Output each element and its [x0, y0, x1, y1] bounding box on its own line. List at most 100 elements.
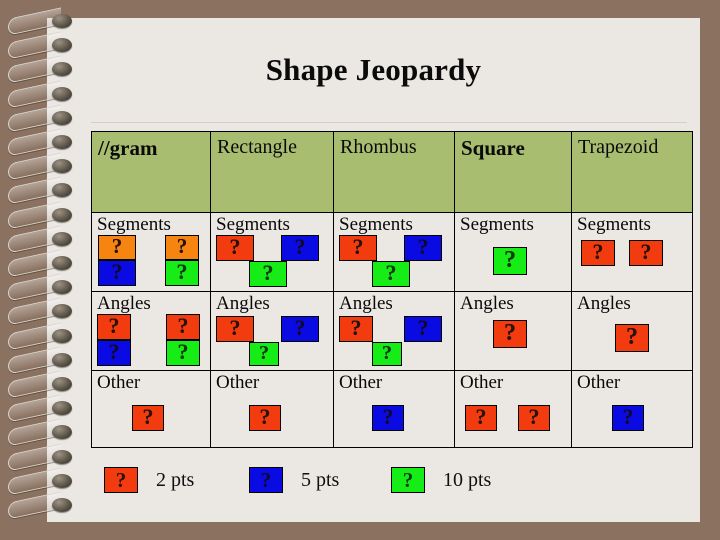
board-cell-label: Angles — [97, 293, 151, 314]
jeopardy-board: //gram Rectangle Rhombus Square Trapezoid Seg… — [91, 131, 693, 448]
board-cell: Segments?? — [571, 212, 693, 292]
legend-swatch-blue: ? — [249, 467, 283, 493]
question-tile-10pts[interactable]: ? — [372, 342, 402, 366]
question-tile-2pts[interactable]: ? — [165, 235, 199, 260]
legend-label: 10 pts — [443, 468, 492, 491]
question-mark-icon: ? — [108, 339, 120, 364]
category-header-label: Trapezoid — [578, 136, 659, 158]
board-header-row: //gram Rectangle Rhombus Square Trapezoid — [91, 131, 693, 213]
board-cell-label: Other — [460, 372, 504, 393]
question-mark-icon: ? — [294, 315, 306, 340]
board-cell-label: Other — [97, 372, 141, 393]
question-tile-2pts[interactable]: ? — [465, 405, 497, 431]
question-mark-icon: ? — [402, 468, 414, 492]
category-header-square: Square — [454, 131, 572, 213]
legend-item: ? 10 pts — [391, 460, 491, 500]
category-header-label: //gram — [98, 136, 158, 160]
board-row-segments: Segments???? Segments??? Segments??? Segmen… — [91, 212, 693, 292]
question-mark-icon: ? — [417, 315, 429, 340]
points-legend: ? 2 pts ? 5 pts? 10 pts — [91, 460, 687, 510]
category-header-gram: //gram — [91, 131, 211, 213]
question-tile-5pts[interactable]: ? — [98, 260, 136, 286]
question-tile-2pts[interactable]: ? — [98, 235, 136, 260]
board-cell: Angles???? — [91, 291, 211, 371]
board-cell: Angles? — [454, 291, 572, 371]
board-cell: Other?? — [454, 370, 572, 448]
question-tile-2pts[interactable]: ? — [97, 314, 131, 340]
question-mark-icon: ? — [229, 234, 241, 259]
question-tile-10pts[interactable]: ? — [249, 261, 287, 287]
question-mark-icon: ? — [177, 313, 189, 338]
question-mark-icon: ? — [417, 234, 429, 259]
question-tile-2pts[interactable]: ? — [249, 405, 281, 431]
question-tile-5pts[interactable]: ? — [281, 316, 319, 342]
category-header-trapezoid: Trapezoid — [571, 131, 693, 213]
category-header-label: Rectangle — [217, 136, 297, 158]
question-tile-2pts[interactable]: ? — [339, 235, 377, 261]
question-tile-10pts[interactable]: ? — [166, 340, 200, 366]
question-tile-2pts[interactable]: ? — [166, 314, 200, 340]
board-cell: Other? — [333, 370, 455, 448]
board-cell: Other? — [571, 370, 693, 448]
title-divider — [91, 122, 687, 123]
question-tile-10pts[interactable]: ? — [249, 342, 279, 366]
question-tile-2pts[interactable]: ? — [132, 405, 164, 431]
question-mark-icon: ? — [504, 320, 516, 346]
legend-swatch-green: ? — [391, 467, 425, 493]
board-cell: Other? — [210, 370, 334, 448]
question-tile-2pts[interactable]: ? — [629, 240, 663, 266]
question-mark-icon: ? — [592, 239, 604, 264]
question-tile-2pts[interactable]: ? — [518, 405, 550, 431]
question-tile-2pts[interactable]: ? — [339, 316, 373, 342]
question-tile-2pts[interactable]: ? — [581, 240, 615, 266]
question-tile-5pts[interactable]: ? — [97, 340, 131, 366]
board-row-other: Other? Other? Other? Other?? Other? — [91, 370, 693, 448]
question-mark-icon: ? — [260, 468, 272, 492]
board-cell-label: Angles — [577, 293, 631, 314]
question-tile-10pts[interactable]: ? — [165, 260, 199, 286]
question-mark-icon: ? — [385, 260, 397, 285]
question-tile-10pts[interactable]: ? — [372, 261, 410, 287]
board-cell: Angles? — [571, 291, 693, 371]
board-cell: Segments??? — [210, 212, 334, 292]
notebook-background: Shape Jeopardy //gram Rectangle Rhombus Squ… — [0, 0, 720, 540]
question-tile-5pts[interactable]: ? — [404, 235, 442, 261]
question-tile-2pts[interactable]: ? — [493, 320, 527, 348]
board-cell: Segments??? — [333, 212, 455, 292]
board-cell-label: Segments — [339, 214, 413, 235]
question-tile-5pts[interactable]: ? — [372, 405, 404, 431]
question-tile-2pts[interactable]: ? — [615, 324, 649, 352]
question-tile-5pts[interactable]: ? — [281, 235, 319, 261]
question-mark-icon: ? — [626, 324, 638, 350]
question-mark-icon: ? — [262, 260, 274, 285]
question-mark-icon: ? — [259, 342, 269, 364]
question-tile-5pts[interactable]: ? — [612, 405, 644, 431]
question-mark-icon: ? — [111, 259, 123, 284]
page-title: Shape Jeopardy — [265, 52, 482, 87]
board-cell: Angles??? — [333, 291, 455, 371]
board-cell: Segments? — [454, 212, 572, 292]
question-mark-icon: ? — [177, 339, 189, 364]
question-mark-icon: ? — [108, 313, 120, 338]
question-tile-5pts[interactable]: ? — [404, 316, 442, 342]
question-mark-icon: ? — [475, 404, 487, 429]
question-mark-icon: ? — [350, 315, 362, 340]
board-cell-label: Angles — [339, 293, 393, 314]
question-tile-10pts[interactable]: ? — [493, 247, 527, 275]
board-cell-label: Segments — [577, 214, 651, 235]
legend-label: 2 pts — [156, 468, 195, 491]
question-mark-icon: ? — [259, 404, 271, 429]
board-cell-label: Segments — [97, 214, 171, 235]
question-tile-2pts[interactable]: ? — [216, 235, 254, 261]
legend-swatch-red: ? — [104, 467, 138, 493]
question-mark-icon: ? — [115, 468, 127, 492]
legend-item: ? 5 pts — [249, 460, 339, 500]
board-cell: Other? — [91, 370, 211, 448]
category-header-rhombus: Rhombus — [333, 131, 455, 213]
category-header-label: Square — [461, 136, 525, 160]
question-mark-icon: ? — [504, 247, 516, 273]
board-row-angles: Angles???? Angles??? Angles??? Angles? Angle… — [91, 291, 693, 371]
board-cell-label: Angles — [460, 293, 514, 314]
question-mark-icon: ? — [229, 315, 241, 340]
question-tile-2pts[interactable]: ? — [216, 316, 254, 342]
